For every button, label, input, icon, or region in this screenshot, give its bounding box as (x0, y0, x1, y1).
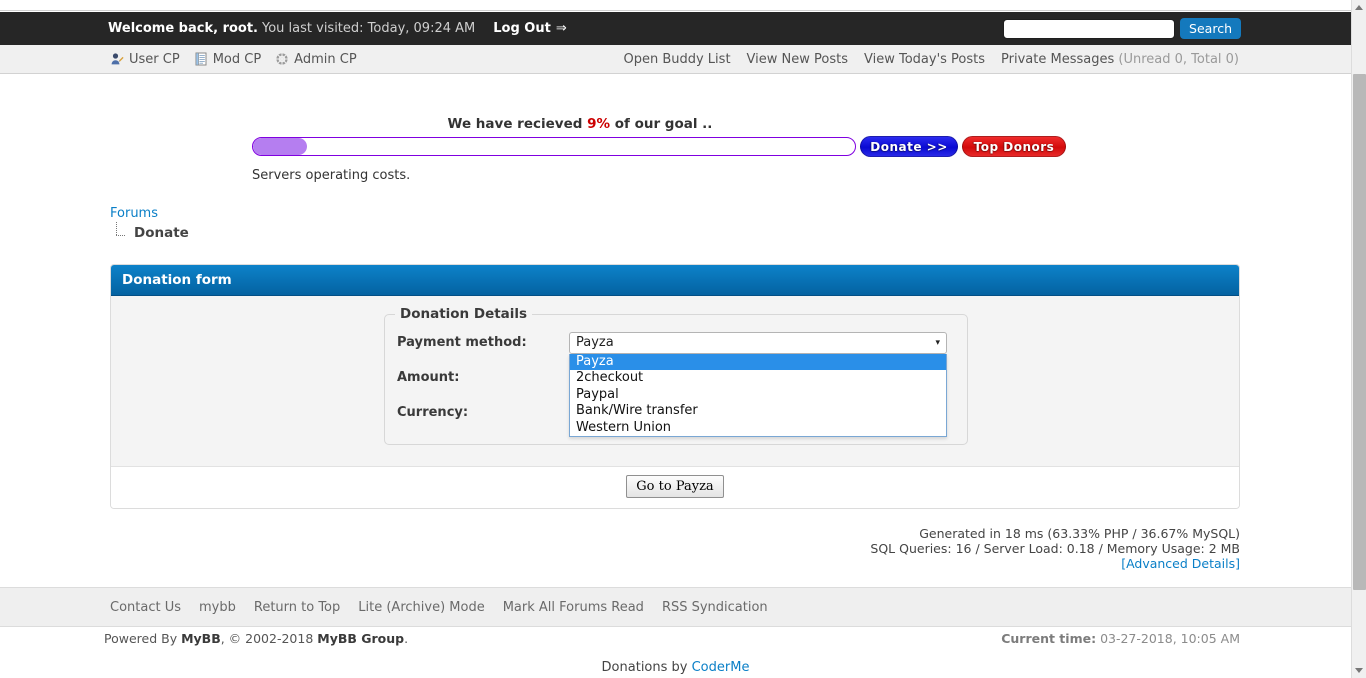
powered-group: MyBB Group (317, 631, 404, 646)
dropdown-option-western-union[interactable]: Western Union (570, 420, 946, 437)
nav-left-group: User CP Mod CP (110, 45, 357, 73)
breadcrumb-forums-link[interactable]: Forums (110, 206, 158, 221)
donation-form-body: Donation Details Payment method: Payza ▾… (111, 296, 1239, 467)
powered-row: Powered By MyBB, © 2002-2018 MyBB Group.… (0, 628, 1351, 656)
chevron-down-icon: ▾ (935, 338, 940, 348)
footer-nav-items: Contact Us mybb Return to Top Lite (Arch… (110, 588, 768, 626)
nav-item-admin-cp-label: Admin CP (294, 52, 356, 67)
main-nav-bar: User CP Mod CP (0, 45, 1351, 74)
scrollbar-down-button[interactable] (1352, 663, 1366, 678)
nav-item-open-buddy-list[interactable]: Open Buddy List (623, 52, 730, 67)
user-cp-icon (110, 52, 124, 66)
private-messages-count: (Unread 0, Total 0) (1118, 52, 1239, 67)
go-to-payza-button[interactable]: Go to Payza (626, 475, 723, 498)
breadcrumb: Forums Donate (110, 206, 189, 241)
donations-credit: Donations by CoderMe (0, 660, 1351, 675)
current-time-label: Current time: (1001, 631, 1096, 646)
scrollbar-up-button[interactable] (1352, 0, 1366, 15)
amount-label: Amount: (397, 370, 569, 385)
page-scrollbar[interactable] (1351, 0, 1366, 678)
donation-form-panel: Donation form Donation Details Payment m… (110, 264, 1240, 509)
nav-item-user-cp-label: User CP (129, 52, 180, 67)
top-donors-button[interactable]: Top Donors (962, 136, 1066, 157)
goal-note: Servers operating costs. (252, 168, 410, 183)
currency-label: Currency: (397, 405, 569, 420)
mod-cp-icon (194, 52, 208, 66)
donation-form-footer: Go to Payza (111, 467, 1239, 508)
goal-percent: 9% (587, 116, 610, 132)
search-button[interactable]: Search (1180, 18, 1241, 39)
scrollbar-thumb[interactable] (1353, 74, 1366, 590)
nav-item-view-new-posts[interactable]: View New Posts (747, 52, 848, 67)
nav-item-view-todays-posts[interactable]: View Today's Posts (864, 52, 985, 67)
payment-method-dropdown-list[interactable]: Payza 2checkout Paypal Bank/Wire transfe… (569, 354, 947, 438)
dropdown-option-bank-wire-transfer[interactable]: Bank/Wire transfer (570, 403, 946, 420)
dropdown-option-payza[interactable]: Payza (570, 354, 946, 371)
admin-cp-icon (275, 52, 289, 66)
search-area: Search (1003, 18, 1241, 39)
payment-method-selected-value: Payza (576, 335, 935, 350)
donation-details-fieldset: Donation Details Payment method: Payza ▾… (384, 314, 968, 445)
coderme-link[interactable]: CoderMe (692, 660, 750, 675)
donation-progress-fill (253, 138, 307, 155)
footer-link-mybb[interactable]: mybb (199, 600, 236, 615)
nav-right-group: Open Buddy List View New Posts View Toda… (623, 45, 1239, 73)
last-visit-text: You last visited: Today, 09:24 AM (262, 21, 475, 36)
footer-link-lite-archive-mode[interactable]: Lite (Archive) Mode (358, 600, 484, 615)
breadcrumb-current-row: Donate (110, 225, 189, 241)
current-time: Current time: 03-27-2018, 10:05 AM (1001, 631, 1240, 646)
powered-prefix: Powered By (104, 631, 181, 646)
welcome-greeting: Welcome back, root. (108, 21, 258, 36)
search-input[interactable] (1003, 19, 1175, 39)
tree-branch-icon (114, 226, 130, 240)
donation-progress-bar (252, 137, 856, 156)
nav-item-mod-cp[interactable]: Mod CP (194, 52, 261, 67)
goal-text-before: We have recieved (448, 116, 588, 132)
powered-name: MyBB (181, 631, 221, 646)
page-stats: Generated in 18 ms (63.33% PHP / 36.67% … (870, 526, 1240, 571)
donate-button[interactable]: Donate >> (860, 136, 958, 157)
breadcrumb-current: Donate (134, 225, 189, 241)
donations-credit-prefix: Donations by (602, 660, 692, 675)
page-content: We have recieved 9% of our goal .. Donat… (0, 74, 1351, 587)
field-row-payment-method: Payment method: Payza ▾ Payza 2checkout … (397, 325, 955, 360)
payment-method-label: Payment method: (397, 335, 569, 350)
welcome-bar: Welcome back, root. You last visited: To… (0, 12, 1351, 45)
advanced-details-link[interactable]: [Advanced Details] (1121, 556, 1240, 571)
goal-headline: We have recieved 9% of our goal .. (0, 116, 1160, 132)
chevron-up-icon (1355, 5, 1363, 10)
stats-line-2: SQL Queries: 16 / Server Load: 0.18 / Me… (870, 541, 1240, 556)
footer-link-mark-all-forums-read[interactable]: Mark All Forums Read (503, 600, 644, 615)
dropdown-option-paypal[interactable]: Paypal (570, 387, 946, 404)
nav-item-admin-cp[interactable]: Admin CP (275, 52, 356, 67)
powered-by-text: Powered By MyBB, © 2002-2018 MyBB Group. (104, 631, 408, 646)
browser-top-strip (0, 0, 1351, 11)
logout-arrow-icon: ⇒ (556, 21, 567, 36)
nav-item-mod-cp-label: Mod CP (213, 52, 261, 67)
payment-method-select-wrap: Payza ▾ Payza 2checkout Paypal Bank/Wire… (569, 332, 947, 354)
footer-nav-bar: Contact Us mybb Return to Top Lite (Arch… (0, 587, 1351, 627)
powered-mid: , © 2002-2018 (221, 631, 318, 646)
donation-details-legend: Donation Details (395, 306, 532, 322)
current-time-value: 03-27-2018, 10:05 AM (1100, 631, 1240, 646)
powered-suffix: . (404, 631, 408, 646)
payment-method-select[interactable]: Payza ▾ (569, 332, 947, 354)
nav-item-private-messages[interactable]: Private Messages (1001, 52, 1114, 67)
footer-link-contact-us[interactable]: Contact Us (110, 600, 181, 615)
stats-line-1: Generated in 18 ms (63.33% PHP / 36.67% … (870, 526, 1240, 541)
footer-link-return-to-top[interactable]: Return to Top (254, 600, 340, 615)
nav-item-user-cp[interactable]: User CP (110, 52, 180, 67)
footer-link-rss-syndication[interactable]: RSS Syndication (662, 600, 768, 615)
welcome-message: Welcome back, root. You last visited: To… (108, 12, 567, 45)
nav-item-private-messages-wrap: Private Messages (Unread 0, Total 0) (1001, 52, 1239, 67)
goal-text-after: of our goal .. (610, 116, 712, 132)
logout-link[interactable]: Log Out (493, 21, 551, 36)
chevron-down-icon (1355, 668, 1363, 673)
dropdown-option-2checkout[interactable]: 2checkout (570, 370, 946, 387)
donation-progress-row: Donate >> Top Donors (252, 136, 1066, 157)
donation-form-title: Donation form (111, 265, 1239, 296)
